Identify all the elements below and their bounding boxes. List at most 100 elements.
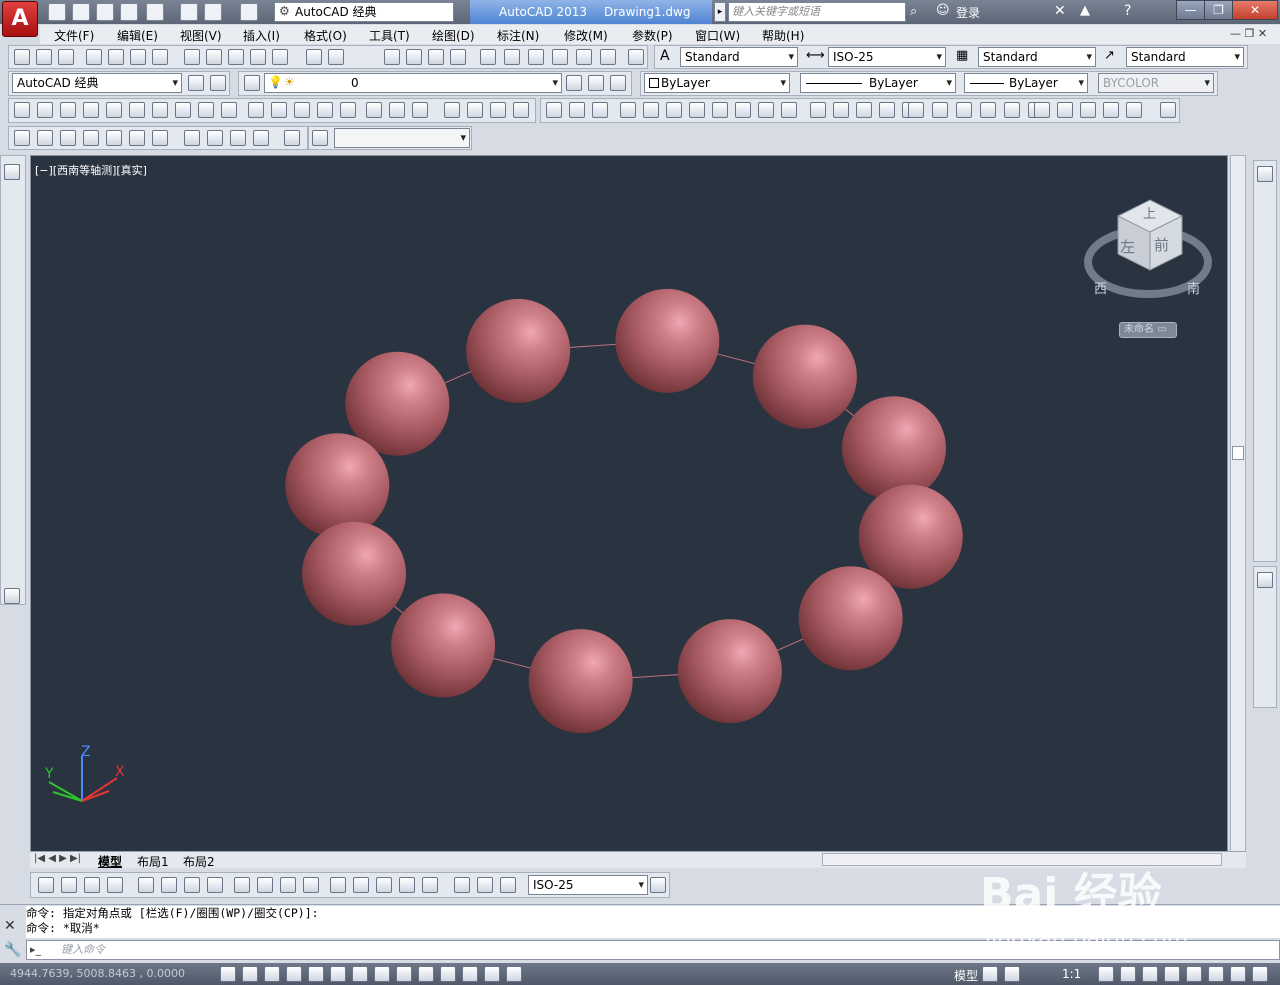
close-icon[interactable]: ✕ xyxy=(4,918,16,934)
status-tool-icon-17[interactable] xyxy=(1098,966,1114,982)
vertical-scrollbar[interactable] xyxy=(1230,155,1246,852)
modeling-tool-icon-14[interactable] xyxy=(317,102,333,118)
modeling-tool-icon-43[interactable] xyxy=(1004,102,1020,118)
modeling-tool-icon-19[interactable] xyxy=(444,102,460,118)
save-icon[interactable] xyxy=(96,3,114,21)
standard-tool-icon-20[interactable] xyxy=(504,49,520,65)
view-tool-icon-13[interactable] xyxy=(312,130,328,146)
redo-icon[interactable] xyxy=(240,3,258,21)
menu-draw[interactable]: 绘图(D) xyxy=(432,27,475,44)
modeling-tool-icon-8[interactable] xyxy=(175,102,191,118)
dimension-tool-icon-7[interactable] xyxy=(184,877,200,893)
standard-tool-icon-23[interactable] xyxy=(576,49,592,65)
menu-tools[interactable]: 工具(T) xyxy=(369,27,410,44)
view-tool-icon-12[interactable] xyxy=(284,130,300,146)
menu-dimension[interactable]: 标注(N) xyxy=(497,27,539,44)
status-tool-icon-9[interactable] xyxy=(396,966,412,982)
status-tool-icon-8[interactable] xyxy=(374,966,390,982)
modeling-tool-icon-9[interactable] xyxy=(198,102,214,118)
bead-sphere[interactable] xyxy=(841,396,946,501)
standard-tool-icon-9[interactable] xyxy=(206,49,222,65)
dimension-tool-icon-2[interactable] xyxy=(61,877,77,893)
menu-format[interactable]: 格式(O) xyxy=(304,27,347,44)
bead-sphere[interactable] xyxy=(752,324,857,429)
maximize-button[interactable]: ❐ xyxy=(1204,0,1233,20)
view-tool-icon-6[interactable] xyxy=(129,130,145,146)
dimension-tool-icon-20[interactable] xyxy=(500,877,516,893)
doc-window-controls[interactable]: — ❐ ✕ xyxy=(1230,27,1267,40)
mleader-style-select[interactable]: Standard xyxy=(1126,47,1244,67)
view-tool-icon-8[interactable] xyxy=(184,130,200,146)
status-tool-icon-15[interactable] xyxy=(982,966,998,982)
wrench-icon[interactable]: 🔧 xyxy=(4,942,21,958)
bead-sphere[interactable] xyxy=(391,593,496,698)
standard-tool-icon-5[interactable] xyxy=(108,49,124,65)
text-style-icon[interactable]: A xyxy=(660,48,670,64)
dimension-tool-icon-5[interactable] xyxy=(138,877,154,893)
modeling-tool-icon-23[interactable] xyxy=(546,102,562,118)
modeling-tool-icon-26[interactable] xyxy=(620,102,636,118)
status-tool-icon-2[interactable] xyxy=(242,966,258,982)
status-tool-icon-12[interactable] xyxy=(462,966,478,982)
table-style-icon[interactable]: ▦ xyxy=(956,48,968,63)
modeling-tool-icon-10[interactable] xyxy=(221,102,237,118)
make-current-icon[interactable] xyxy=(566,75,582,91)
text-style-select[interactable]: Standard xyxy=(680,47,798,67)
view-tool-icon-4[interactable] xyxy=(83,130,99,146)
dimension-tool-icon-17[interactable] xyxy=(422,877,438,893)
scroll-thumb[interactable] xyxy=(1232,446,1244,460)
tab-layout1[interactable]: 布局1 xyxy=(137,853,169,870)
dim-style-icon[interactable]: ⟷ xyxy=(806,48,825,63)
layer-manager-icon[interactable] xyxy=(244,75,260,91)
modeling-tool-icon-45[interactable] xyxy=(1034,102,1050,118)
drawing-viewport[interactable]: Z Y X xyxy=(30,155,1228,852)
modeling-tool-icon-30[interactable] xyxy=(712,102,728,118)
view-tool-icon-2[interactable] xyxy=(37,130,53,146)
status-tool-icon-13[interactable] xyxy=(484,966,500,982)
app-menu-button[interactable]: A xyxy=(2,1,38,37)
menu-insert[interactable]: 插入(I) xyxy=(243,27,280,44)
dimension-tool-icon-8[interactable] xyxy=(207,877,223,893)
dimension-tool-icon-10[interactable] xyxy=(257,877,273,893)
ucs-menu[interactable]: 未命名 ▭ xyxy=(1119,322,1177,338)
status-tool-icon-23[interactable] xyxy=(1230,966,1246,982)
modeling-tool-icon-25[interactable] xyxy=(592,102,608,118)
modeling-tool-icon-13[interactable] xyxy=(294,102,310,118)
menu-parametric[interactable]: 参数(P) xyxy=(632,27,673,44)
dimension-tool-icon-16[interactable] xyxy=(399,877,415,893)
status-tool-icon-5[interactable] xyxy=(308,966,324,982)
status-tool-icon-4[interactable] xyxy=(286,966,302,982)
layer-states-icon[interactable] xyxy=(610,75,626,91)
dimension-tool-icon-9[interactable] xyxy=(234,877,250,893)
coordinate-readout[interactable]: 4944.7639, 5008.8463 , 0.0000 xyxy=(10,967,185,980)
modeling-tool-icon-3[interactable] xyxy=(60,102,76,118)
modeling-tool-icon-48[interactable] xyxy=(1103,102,1119,118)
modeling-tool-icon-17[interactable] xyxy=(389,102,405,118)
layer-select[interactable]: 0 xyxy=(264,73,562,93)
workspace-settings-icon[interactable] xyxy=(188,75,204,91)
status-tool-icon-21[interactable] xyxy=(1186,966,1202,982)
save-as-icon[interactable] xyxy=(120,3,138,21)
workspace-toolbar-select[interactable]: AutoCAD 经典 xyxy=(12,73,182,93)
plot-icon[interactable] xyxy=(180,3,198,21)
status-tool-icon-22[interactable] xyxy=(1208,966,1224,982)
modeling-tool-icon-27[interactable] xyxy=(643,102,659,118)
bead-sphere[interactable] xyxy=(466,298,571,403)
modeling-tool-icon-29[interactable] xyxy=(689,102,705,118)
modeling-tool-icon-15[interactable] xyxy=(340,102,356,118)
modeling-tool-icon-24[interactable] xyxy=(569,102,585,118)
binoculars-icon[interactable]: ⌕ xyxy=(910,4,917,19)
modeling-tool-icon-36[interactable] xyxy=(856,102,872,118)
status-tool-icon-19[interactable] xyxy=(1142,966,1158,982)
search-input[interactable]: 键入关键字或短语 xyxy=(728,2,906,22)
standard-tool-icon-14[interactable] xyxy=(328,49,344,65)
modeling-tool-icon-6[interactable] xyxy=(129,102,145,118)
modeling-tool-icon-18[interactable] xyxy=(412,102,428,118)
dimension-tool-icon-11[interactable] xyxy=(280,877,296,893)
dim-toolbar-style-select[interactable]: ISO-25 xyxy=(528,875,648,895)
bead-sphere[interactable] xyxy=(285,433,390,538)
menu-modify[interactable]: 修改(M) xyxy=(564,27,608,44)
bead-sphere[interactable] xyxy=(528,629,633,734)
viewcube-top[interactable]: 上 xyxy=(1143,203,1156,222)
plot-style-select[interactable]: BYCOLOR xyxy=(1098,73,1214,93)
